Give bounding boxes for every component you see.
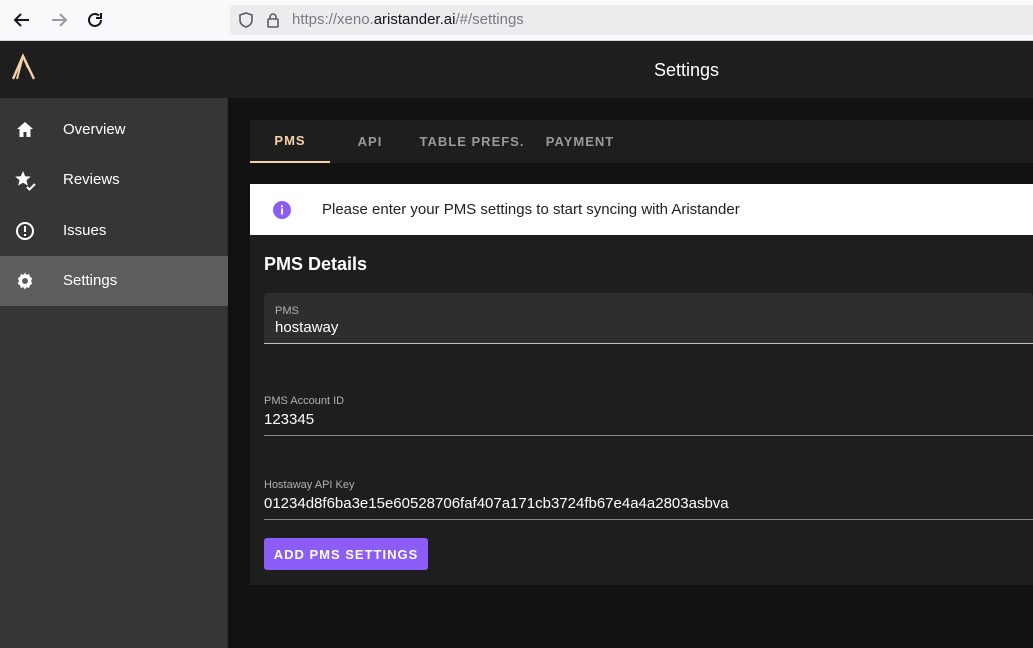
- pms-account-id-label: PMS Account ID: [264, 395, 345, 407]
- page-title: Settings: [654, 60, 720, 80]
- star-check-icon: [14, 169, 36, 191]
- url-suffix: /#/settings: [455, 11, 524, 28]
- browser-toolbar: https://xeno.aristander.ai/#/settings: [0, 0, 1033, 41]
- url-prefix: https://xeno.: [292, 11, 374, 28]
- aristander-logo[interactable]: [10, 53, 38, 86]
- hostaway-api-key-value: 01234d8f6ba3e15e60528706faf407a171cb3724…: [264, 495, 729, 512]
- pms-value: hostaway: [275, 319, 339, 336]
- alert-circle-icon: [14, 220, 36, 242]
- pms-label: PMS: [275, 305, 299, 317]
- sidebar-item-settings[interactable]: Settings: [0, 256, 228, 306]
- lock-icon: [267, 13, 279, 28]
- tab-payment[interactable]: PAYMENT: [538, 120, 622, 163]
- pms-account-id-field[interactable]: PMS Account ID 123345: [264, 389, 1033, 436]
- sidebar-item-label: Settings: [63, 272, 118, 289]
- logo-icon: [11, 53, 36, 80]
- app-bar: Settings: [0, 41, 1033, 98]
- pms-select[interactable]: PMS hostaway: [264, 293, 1033, 344]
- section-title: PMS Details: [264, 254, 368, 274]
- sidebar-item-overview[interactable]: Overview: [0, 105, 228, 155]
- sidebar-item-reviews[interactable]: Reviews: [0, 155, 228, 205]
- url-text: https://xeno.aristander.ai/#/settings: [292, 11, 524, 28]
- reload-button[interactable]: [83, 8, 107, 32]
- hostaway-api-key-label: Hostaway API Key: [264, 479, 355, 491]
- forward-button[interactable]: [47, 8, 71, 32]
- settings-tabs: PMS API TABLE PREFS. PAYMENT: [250, 120, 1033, 163]
- tab-table-prefs[interactable]: TABLE PREFS.: [416, 120, 528, 163]
- address-bar[interactable]: https://xeno.aristander.ai/#/settings: [230, 5, 1033, 35]
- tab-pms[interactable]: PMS: [250, 120, 330, 163]
- hostaway-api-key-field[interactable]: Hostaway API Key 01234d8f6ba3e15e6052870…: [264, 473, 1033, 520]
- sidebar-item-label: Overview: [63, 121, 126, 138]
- url-host: aristander.ai: [373, 11, 456, 28]
- pms-account-id-value: 123345: [264, 411, 315, 428]
- gear-icon: [14, 270, 36, 292]
- info-alert: Please enter your PMS settings to start …: [250, 184, 1033, 235]
- shield-icon: [239, 12, 253, 28]
- add-pms-settings-button[interactable]: ADD PMS SETTINGS: [264, 538, 428, 570]
- sidebar-item-label: Issues: [63, 222, 107, 239]
- tab-api[interactable]: API: [340, 120, 400, 163]
- pms-details-card: PMS Details PMS hostaway PMS Account ID …: [250, 235, 1033, 585]
- sidebar: Overview Reviews Issues Settings: [0, 98, 228, 648]
- sidebar-item-label: Reviews: [63, 171, 120, 188]
- info-icon: [273, 201, 291, 219]
- home-icon: [14, 119, 36, 141]
- reload-icon: [88, 12, 102, 27]
- alert-message: Please enter your PMS settings to start …: [322, 201, 740, 218]
- arrow-left-icon: [13, 13, 29, 27]
- sidebar-item-issues[interactable]: Issues: [0, 206, 228, 256]
- back-button[interactable]: [10, 8, 34, 32]
- arrow-right-icon: [52, 13, 68, 27]
